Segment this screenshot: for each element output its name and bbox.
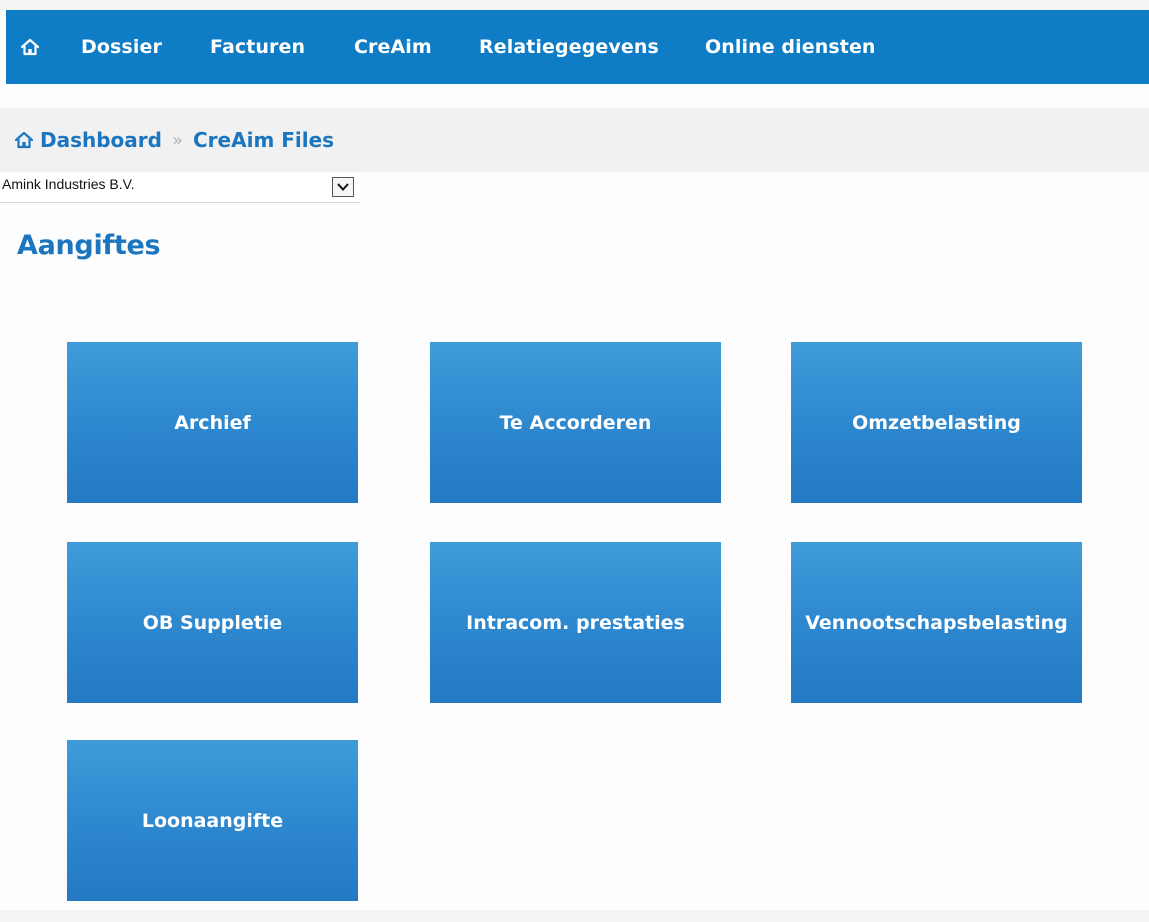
top-navigation: Dossier Facturen CreAim Relatiegegevens … <box>6 10 1149 84</box>
section-title: Aangiftes <box>17 230 161 261</box>
tile-intracom-prestaties[interactable]: Intracom. prestaties <box>430 542 721 703</box>
home-icon[interactable] <box>14 131 34 149</box>
tile-loonaangifte[interactable]: Loonaangifte <box>67 740 358 901</box>
tile-te-accorderen[interactable]: Te Accorderen <box>430 342 721 503</box>
top-strip <box>0 0 1149 10</box>
nav-item-dossier[interactable]: Dossier <box>81 36 162 58</box>
breadcrumb: Dashboard » CreAim Files <box>14 128 334 152</box>
breadcrumb-current: CreAim Files <box>193 128 335 152</box>
nav-item-facturen[interactable]: Facturen <box>210 36 305 58</box>
tile-vennootschapsbelasting[interactable]: Vennootschapsbelasting <box>791 542 1082 703</box>
nav-item-creaim[interactable]: CreAim <box>354 36 432 58</box>
nav-item-relatiegegevens[interactable]: Relatiegegevens <box>479 36 659 58</box>
nav-home-button[interactable] <box>6 10 54 84</box>
company-select-value: Amink Industries B.V. <box>2 176 135 192</box>
bottom-strip <box>0 910 1149 922</box>
home-icon <box>20 37 40 57</box>
tile-archief[interactable]: Archief <box>67 342 358 503</box>
company-select[interactable]: Amink Industries B.V. <box>0 172 360 203</box>
nav-item-online-diensten[interactable]: Online diensten <box>705 36 876 58</box>
breadcrumb-separator: » <box>171 129 183 151</box>
tile-omzetbelasting[interactable]: Omzetbelasting <box>791 342 1082 503</box>
breadcrumb-bar: Dashboard » CreAim Files <box>0 108 1149 172</box>
chevron-down-icon[interactable] <box>332 177 354 197</box>
tile-ob-suppletie[interactable]: OB Suppletie <box>67 542 358 703</box>
breadcrumb-dashboard-link[interactable]: Dashboard <box>40 128 162 152</box>
